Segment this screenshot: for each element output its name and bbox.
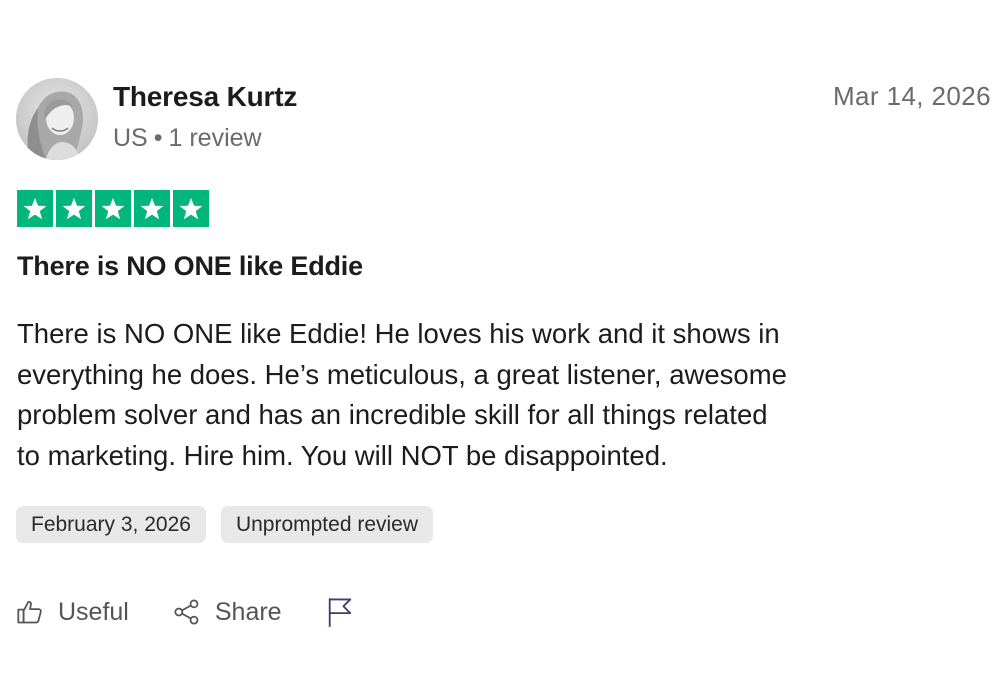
report-button[interactable]	[326, 596, 368, 628]
share-button[interactable]: Share	[173, 598, 282, 627]
review-body-line: There is NO ONE like Eddie! He loves his…	[17, 318, 780, 349]
review-date: Mar 14, 2026	[832, 81, 991, 111]
thumbs-up-icon	[16, 598, 44, 626]
meta-separator: •	[153, 124, 163, 152]
reviewer-country: US	[113, 124, 148, 152]
review-card: Theresa Kurtz US • 1 review Mar 14, 2026 T…	[0, 0, 1000, 700]
review-body-line: to marketing. Hire him. You will NOT be …	[17, 439, 668, 471]
star-icon	[173, 190, 209, 227]
reviewer-name[interactable]: Theresa Kurtz	[113, 81, 297, 113]
review-body-line: everything he does. He’s meticulous, a g…	[17, 358, 787, 390]
star-icon	[17, 190, 53, 227]
useful-label: Useful	[58, 597, 129, 626]
reviewer-meta: US • 1 review	[113, 124, 262, 153]
review-body: There is NO ONE like Eddie! He loves his…	[17, 314, 917, 476]
star-icon	[56, 190, 92, 227]
review-actions: Useful Share	[16, 596, 368, 628]
reviewer-review-count: 1 review	[168, 124, 262, 152]
star-icon	[95, 190, 131, 227]
flag-icon	[326, 596, 354, 628]
share-icon	[173, 598, 201, 626]
review-title[interactable]: There is NO ONE like Eddie	[17, 251, 363, 282]
star-icon	[134, 190, 170, 227]
review-tags: February 3, 2026 Unprompted review	[16, 506, 434, 543]
avatar[interactable]	[16, 78, 98, 160]
share-label: Share	[214, 597, 282, 626]
experience-date-tag: February 3, 2026	[16, 506, 206, 543]
star-rating	[17, 190, 209, 227]
useful-button[interactable]: Useful	[16, 598, 129, 627]
unprompted-review-tag[interactable]: Unprompted review	[220, 506, 434, 543]
review-body-line: problem solver and has an incredible ski…	[17, 399, 768, 430]
avatar-photo	[16, 78, 98, 160]
